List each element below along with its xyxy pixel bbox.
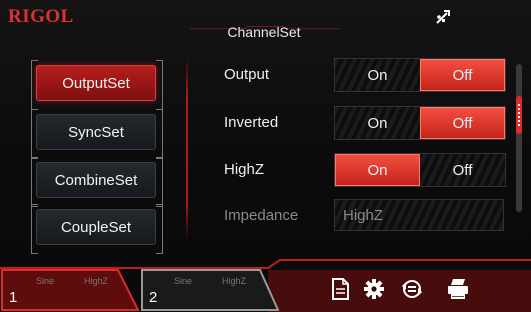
screen: RIGOL ChannelSet OutputSet SyncSet Combi…	[0, 0, 531, 312]
impedance-field: HighZ	[334, 199, 504, 231]
output-off-option[interactable]: Off	[420, 59, 505, 91]
channel-2-waveform: Sine	[174, 276, 193, 286]
highz-toggle[interactable]: On Off	[334, 153, 506, 187]
menu-label-syncset: SyncSet	[68, 123, 124, 141]
impedance-label: Impedance	[224, 207, 299, 224]
channel-1-tab[interactable]: Sine HighZ 1	[0, 268, 140, 312]
menu-label-combineset: CombineSet	[54, 171, 138, 189]
channel-2-number: 2	[149, 289, 158, 306]
sync-icon[interactable]	[401, 277, 423, 301]
menu-button-outputset[interactable]: OutputSet	[36, 65, 156, 101]
channel-1-load: HighZ	[84, 276, 109, 286]
gear-icon[interactable]	[363, 277, 385, 301]
inverted-toggle[interactable]: On Off	[334, 106, 506, 140]
highz-on-option[interactable]: On	[335, 154, 420, 186]
menu-button-syncset[interactable]: SyncSet	[36, 114, 156, 150]
output-on-option[interactable]: On	[335, 59, 420, 91]
printer-icon[interactable]	[445, 277, 471, 301]
vertical-divider	[186, 58, 188, 240]
highz-off-option[interactable]: Off	[420, 154, 505, 186]
inverted-off-option[interactable]: Off	[420, 107, 505, 139]
brand-logo: RIGOL	[8, 6, 74, 27]
impedance-value: HighZ	[343, 206, 384, 224]
usb-icon	[434, 8, 452, 26]
channel-2-tab[interactable]: Sine HighZ 2	[140, 268, 280, 312]
menu-button-coupleset[interactable]: CoupleSet	[36, 209, 156, 245]
menu-label-outputset: OutputSet	[62, 74, 130, 92]
inverted-label: Inverted	[224, 114, 279, 131]
channel-1-number: 1	[9, 289, 18, 306]
menu-button-combineset[interactable]: CombineSet	[36, 162, 156, 198]
title-tab: ChannelSet	[208, 10, 320, 44]
page-title: ChannelSet	[227, 24, 301, 40]
scrollbar-thumb[interactable]	[516, 96, 522, 134]
scrollbar[interactable]	[516, 64, 522, 212]
menu-label-coupleset: CoupleSet	[60, 218, 132, 236]
output-toggle[interactable]: On Off	[334, 58, 506, 92]
output-label: Output	[224, 66, 270, 83]
document-icon[interactable]	[329, 277, 351, 301]
top-bar: RIGOL ChannelSet	[0, 0, 531, 44]
highz-label: HighZ	[224, 161, 265, 178]
channel-2-load: HighZ	[222, 276, 247, 286]
channel-1-waveform: Sine	[36, 276, 55, 286]
inverted-on-option[interactable]: On	[335, 107, 420, 139]
